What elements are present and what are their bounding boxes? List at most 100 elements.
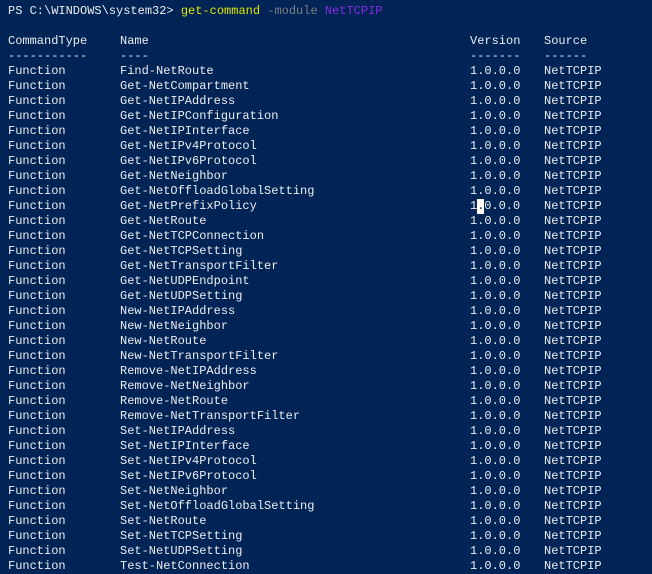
cell-source: NetTCPIP xyxy=(544,304,602,319)
table-row: FunctionNew-NetTransportFilter1.0.0.0Net… xyxy=(8,349,644,364)
cell-source: NetTCPIP xyxy=(544,424,602,439)
cell-commandtype: Function xyxy=(8,154,120,169)
cell-commandtype: Function xyxy=(8,274,120,289)
cell-source: NetTCPIP xyxy=(544,394,602,409)
cell-version: 1.0.0.0 xyxy=(470,514,544,529)
cell-source: NetTCPIP xyxy=(544,514,602,529)
table-row: FunctionGet-NetOffloadGlobalSetting1.0.0… xyxy=(8,184,644,199)
cell-version: 1.0.0.0 xyxy=(470,529,544,544)
table-row: FunctionSet-NetIPv4Protocol1.0.0.0NetTCP… xyxy=(8,454,644,469)
cell-source: NetTCPIP xyxy=(544,154,602,169)
cell-version: 1.0.0.0 xyxy=(470,79,544,94)
cell-name: Get-NetTCPConnection xyxy=(120,229,470,244)
cell-name: Get-NetIPv6Protocol xyxy=(120,154,470,169)
cell-source: NetTCPIP xyxy=(544,229,602,244)
cell-version: 1.0.0.0 xyxy=(470,169,544,184)
cell-version: 1.0.0.0 xyxy=(470,424,544,439)
table-body: FunctionFind-NetRoute1.0.0.0NetTCPIPFunc… xyxy=(8,64,644,574)
cell-source: NetTCPIP xyxy=(544,544,602,559)
cell-name: Set-NetNeighbor xyxy=(120,484,470,499)
cell-name: Get-NetTCPSetting xyxy=(120,244,470,259)
cell-commandtype: Function xyxy=(8,364,120,379)
cell-commandtype: Function xyxy=(8,424,120,439)
table-row: FunctionGet-NetUDPSetting1.0.0.0NetTCPIP xyxy=(8,289,644,304)
cell-source: NetTCPIP xyxy=(544,334,602,349)
command-arg: NetTCPIP xyxy=(325,4,383,18)
cell-name: Get-NetTransportFilter xyxy=(120,259,470,274)
cell-commandtype: Function xyxy=(8,214,120,229)
table-header-dash: ----------- ---- ------- ------ xyxy=(8,49,644,64)
cell-version: 1.0.0.0 xyxy=(470,484,544,499)
cell-version: 1.0.0.0 xyxy=(470,139,544,154)
cell-commandtype: Function xyxy=(8,229,120,244)
command-line: PS C:\WINDOWS\system32> get-command -mod… xyxy=(8,4,644,19)
cell-commandtype: Function xyxy=(8,184,120,199)
cell-commandtype: Function xyxy=(8,439,120,454)
table-row: FunctionNew-NetIPAddress1.0.0.0NetTCPIP xyxy=(8,304,644,319)
prompt: PS C:\WINDOWS\system32> xyxy=(8,4,181,18)
table-row: FunctionGet-NetUDPEndpoint1.0.0.0NetTCPI… xyxy=(8,274,644,289)
cell-version: 1.0.0.0 xyxy=(470,184,544,199)
table-row: FunctionRemove-NetNeighbor1.0.0.0NetTCPI… xyxy=(8,379,644,394)
cell-commandtype: Function xyxy=(8,409,120,424)
cell-name: Get-NetIPConfiguration xyxy=(120,109,470,124)
table-row: FunctionGet-NetIPv4Protocol1.0.0.0NetTCP… xyxy=(8,139,644,154)
cell-source: NetTCPIP xyxy=(544,454,602,469)
dash: ------- xyxy=(470,49,544,64)
table-row: FunctionSet-NetTCPSetting1.0.0.0NetTCPIP xyxy=(8,529,644,544)
cell-version: 1.0.0.0 xyxy=(470,439,544,454)
table-row: FunctionNew-NetRoute1.0.0.0NetTCPIP xyxy=(8,334,644,349)
cell-source: NetTCPIP xyxy=(544,199,602,214)
cell-name: Get-NetRoute xyxy=(120,214,470,229)
cell-version: 1.0.0.0 xyxy=(470,244,544,259)
cell-commandtype: Function xyxy=(8,124,120,139)
table-row: FunctionGet-NetIPConfiguration1.0.0.0Net… xyxy=(8,109,644,124)
cell-source: NetTCPIP xyxy=(544,94,602,109)
cell-name: Set-NetIPv6Protocol xyxy=(120,469,470,484)
dash: ------ xyxy=(544,49,587,64)
cell-version: 1.0.0.0 xyxy=(470,124,544,139)
cell-version: 1.0.0.0 xyxy=(470,559,544,574)
cell-name: Set-NetIPInterface xyxy=(120,439,470,454)
cell-source: NetTCPIP xyxy=(544,349,602,364)
cell-name: Get-NetIPv4Protocol xyxy=(120,139,470,154)
cell-name: Get-NetCompartment xyxy=(120,79,470,94)
cell-source: NetTCPIP xyxy=(544,379,602,394)
cell-name: Remove-NetNeighbor xyxy=(120,379,470,394)
cell-source: NetTCPIP xyxy=(544,529,602,544)
table-row: FunctionRemove-NetIPAddress1.0.0.0NetTCP… xyxy=(8,364,644,379)
cell-commandtype: Function xyxy=(8,349,120,364)
cell-source: NetTCPIP xyxy=(544,184,602,199)
cell-name: New-NetNeighbor xyxy=(120,319,470,334)
cell-source: NetTCPIP xyxy=(544,259,602,274)
table-row: FunctionSet-NetNeighbor1.0.0.0NetTCPIP xyxy=(8,484,644,499)
cell-name: Get-NetOffloadGlobalSetting xyxy=(120,184,470,199)
cell-commandtype: Function xyxy=(8,529,120,544)
cell-commandtype: Function xyxy=(8,514,120,529)
cell-name: Get-NetIPInterface xyxy=(120,124,470,139)
cell-name: Set-NetUDPSetting xyxy=(120,544,470,559)
table-row: FunctionSet-NetOffloadGlobalSetting1.0.0… xyxy=(8,499,644,514)
cell-commandtype: Function xyxy=(8,64,120,79)
cell-commandtype: Function xyxy=(8,94,120,109)
cell-version: 1.0.0.0 xyxy=(470,154,544,169)
cell-source: NetTCPIP xyxy=(544,319,602,334)
cell-name: Get-NetPrefixPolicy xyxy=(120,199,470,214)
cell-name: Set-NetIPv4Protocol xyxy=(120,454,470,469)
cell-commandtype: Function xyxy=(8,469,120,484)
cell-name: Get-NetUDPSetting xyxy=(120,289,470,304)
terminal-output[interactable]: PS C:\WINDOWS\system32> get-command -mod… xyxy=(8,4,644,574)
cell-name: New-NetIPAddress xyxy=(120,304,470,319)
cell-commandtype: Function xyxy=(8,559,120,574)
cell-commandtype: Function xyxy=(8,334,120,349)
cell-source: NetTCPIP xyxy=(544,64,602,79)
cell-source: NetTCPIP xyxy=(544,169,602,184)
cell-name: Find-NetRoute xyxy=(120,64,470,79)
cell-version: 1.0.0.0 xyxy=(470,289,544,304)
table-row: FunctionRemove-NetRoute1.0.0.0NetTCPIP xyxy=(8,394,644,409)
cell-version: 1.0.0.0 xyxy=(470,64,544,79)
cell-source: NetTCPIP xyxy=(544,139,602,154)
cell-commandtype: Function xyxy=(8,379,120,394)
cell-version: 1.0.0.0 xyxy=(470,454,544,469)
header-source: Source xyxy=(544,34,587,49)
